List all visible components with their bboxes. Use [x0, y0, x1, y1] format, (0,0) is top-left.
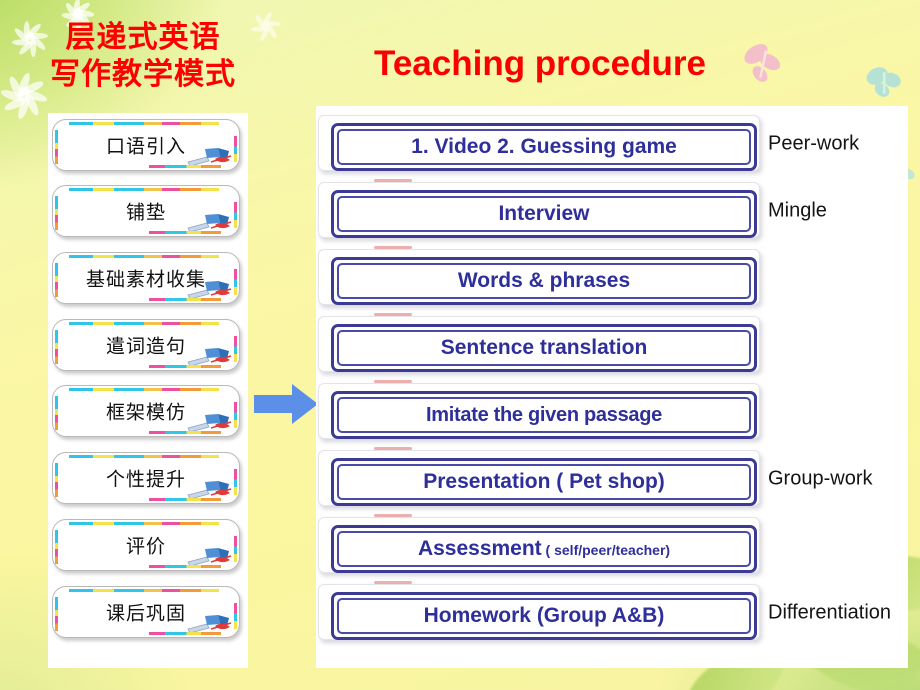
procedure-step-outer-border: Homework (Group A&B): [331, 592, 757, 640]
decorative-border-bottom: [149, 498, 221, 501]
procedure-panel: 1. Video 2. Guessing game Peer-work Interv…: [316, 106, 908, 668]
procedure-step-plate[interactable]: 1. Video 2. Guessing game: [318, 115, 760, 171]
sidebar-item-label: 课后巩固: [105, 602, 186, 625]
decorative-border-top: [69, 522, 219, 525]
procedure-step-label: 1. Video 2. Guessing game: [411, 135, 677, 158]
procedure-row: Imitate the given passage: [316, 380, 908, 443]
procedure-step-label: Homework (Group A&B): [423, 604, 665, 627]
decorative-border-bottom: [149, 365, 221, 368]
decorative-border-top: [69, 388, 219, 391]
decorative-border-bottom: [149, 231, 221, 234]
procedure-step-inner-border: 1. Video 2. Guessing game: [337, 129, 751, 165]
decorative-border-top: [69, 122, 219, 125]
procedure-step-plate[interactable]: Interview: [318, 182, 760, 238]
procedure-step-outer-border: Presentation ( Pet shop): [331, 458, 757, 506]
procedure-step-plate[interactable]: Presentation ( Pet shop): [318, 450, 760, 506]
decorative-border-bottom: [149, 565, 221, 568]
sidebar-item-stage-7[interactable]: 评价: [52, 519, 240, 571]
sidebar-item-label: 评价: [125, 535, 166, 558]
procedure-step-text-wrap: Imitate the given passage: [426, 404, 662, 427]
procedure-step-outer-border: 1. Video 2. Guessing game: [331, 123, 757, 171]
procedure-step-text-wrap: Interview: [498, 202, 589, 226]
sidebar-item-label: 基础素材收集: [85, 268, 206, 291]
procedure-step-text-wrap: Sentence translation: [441, 336, 648, 360]
procedure-step-text-wrap: Presentation ( Pet shop): [423, 470, 665, 494]
procedure-step-text-wrap: Assessment ( self/peer/teacher): [418, 537, 670, 561]
slide-title-chinese: 层递式英语 写作教学模式: [50, 20, 236, 92]
procedure-step-text-wrap: 1. Video 2. Guessing game: [411, 135, 677, 159]
procedure-step-outer-border: Sentence translation: [331, 324, 757, 372]
decorative-border-bottom: [149, 431, 221, 434]
procedure-step-annotation: Group-work: [768, 467, 873, 489]
procedure-row: 1. Video 2. Guessing game Peer-work: [316, 112, 908, 175]
sidebar-item-label: 铺垫: [125, 201, 166, 224]
procedure-step-inner-border: Assessment ( self/peer/teacher): [337, 531, 751, 567]
procedure-step-label: Imitate the given passage: [426, 403, 662, 426]
butterfly-icon: [866, 67, 901, 97]
procedure-step-plate[interactable]: Imitate the given passage: [318, 383, 760, 439]
procedure-row: Presentation ( Pet shop) Group-work: [316, 447, 908, 510]
sidebar-item-stage-8[interactable]: 课后巩固: [52, 586, 240, 638]
sidebar-item-stage-1[interactable]: 口语引入: [52, 119, 240, 171]
procedure-step-inner-border: Sentence translation: [337, 330, 751, 366]
sidebar-item-stage-3[interactable]: 基础素材收集: [52, 252, 240, 304]
sidebar-panel: 口语引入铺垫基础素材收集 遣词造句框架模仿个性提升评价课后巩固: [48, 113, 248, 668]
procedure-step-label: Assessment: [417, 537, 542, 560]
sidebar-item-stage-2[interactable]: 铺垫: [52, 185, 240, 237]
procedure-step-subtext: ( self/peer/teacher): [541, 542, 671, 558]
procedure-step-outer-border: Interview: [331, 190, 757, 238]
flow-arrow-icon: [254, 384, 318, 424]
procedure-step-outer-border: Assessment ( self/peer/teacher): [331, 525, 757, 573]
decorative-border-top: [69, 455, 219, 458]
decorative-border-bottom: [149, 632, 221, 635]
slide-title-english: Teaching procedure: [374, 44, 706, 83]
procedure-step-annotation: Peer-work: [768, 132, 860, 154]
decorative-border-top: [69, 322, 219, 325]
procedure-step-outer-border: Words & phrases: [331, 257, 757, 305]
procedure-step-plate[interactable]: Homework (Group A&B): [318, 584, 760, 640]
procedure-row: Assessment ( self/peer/teacher): [316, 514, 908, 577]
procedure-step-label: Interview: [498, 202, 590, 225]
sidebar-item-stage-4[interactable]: 遣词造句: [52, 319, 240, 371]
sidebar-item-label: 个性提升: [105, 468, 186, 491]
procedure-step-inner-border: Homework (Group A&B): [337, 598, 751, 634]
decorative-border-top: [69, 255, 219, 258]
procedure-step-label: Presentation ( Pet shop): [423, 470, 665, 493]
decorative-border-top: [69, 188, 219, 191]
procedure-step-inner-border: Interview: [337, 196, 751, 232]
decorative-border-bottom: [149, 298, 221, 301]
slide-canvas: 层递式英语 写作教学模式 Teaching procedure 口语引入铺垫基础…: [0, 0, 920, 690]
procedure-step-label: Sentence translation: [440, 336, 648, 359]
procedure-row: Words & phrases: [316, 246, 908, 309]
procedure-step-inner-border: Presentation ( Pet shop): [337, 464, 751, 500]
procedure-step-label: Words & phrases: [457, 269, 631, 292]
sidebar-item-label: 框架模仿: [105, 401, 186, 424]
decorative-border-top: [69, 589, 219, 592]
procedure-step-plate[interactable]: Words & phrases: [318, 249, 760, 305]
procedure-step-plate[interactable]: Sentence translation: [318, 316, 760, 372]
procedure-row: Interview Mingle: [316, 179, 908, 242]
procedure-step-annotation: Mingle: [768, 199, 827, 221]
procedure-row: Sentence translation: [316, 313, 908, 376]
procedure-step-annotation: Differentiation: [768, 601, 892, 623]
procedure-step-inner-border: Words & phrases: [337, 263, 751, 299]
procedure-step-plate[interactable]: Assessment ( self/peer/teacher): [318, 517, 760, 573]
procedure-step-text-wrap: Words & phrases: [458, 269, 630, 293]
sidebar-item-label: 口语引入: [105, 135, 186, 158]
procedure-step-text-wrap: Homework (Group A&B): [424, 604, 665, 628]
sidebar-item-stage-5[interactable]: 框架模仿: [52, 385, 240, 437]
sidebar-item-stage-6[interactable]: 个性提升: [52, 452, 240, 504]
decorative-border-bottom: [149, 165, 221, 168]
procedure-row: Homework (Group A&B) Differentiation: [316, 581, 908, 644]
procedure-step-inner-border: Imitate the given passage: [337, 397, 751, 433]
sidebar-item-label: 遣词造句: [105, 335, 186, 358]
procedure-step-outer-border: Imitate the given passage: [331, 391, 757, 439]
